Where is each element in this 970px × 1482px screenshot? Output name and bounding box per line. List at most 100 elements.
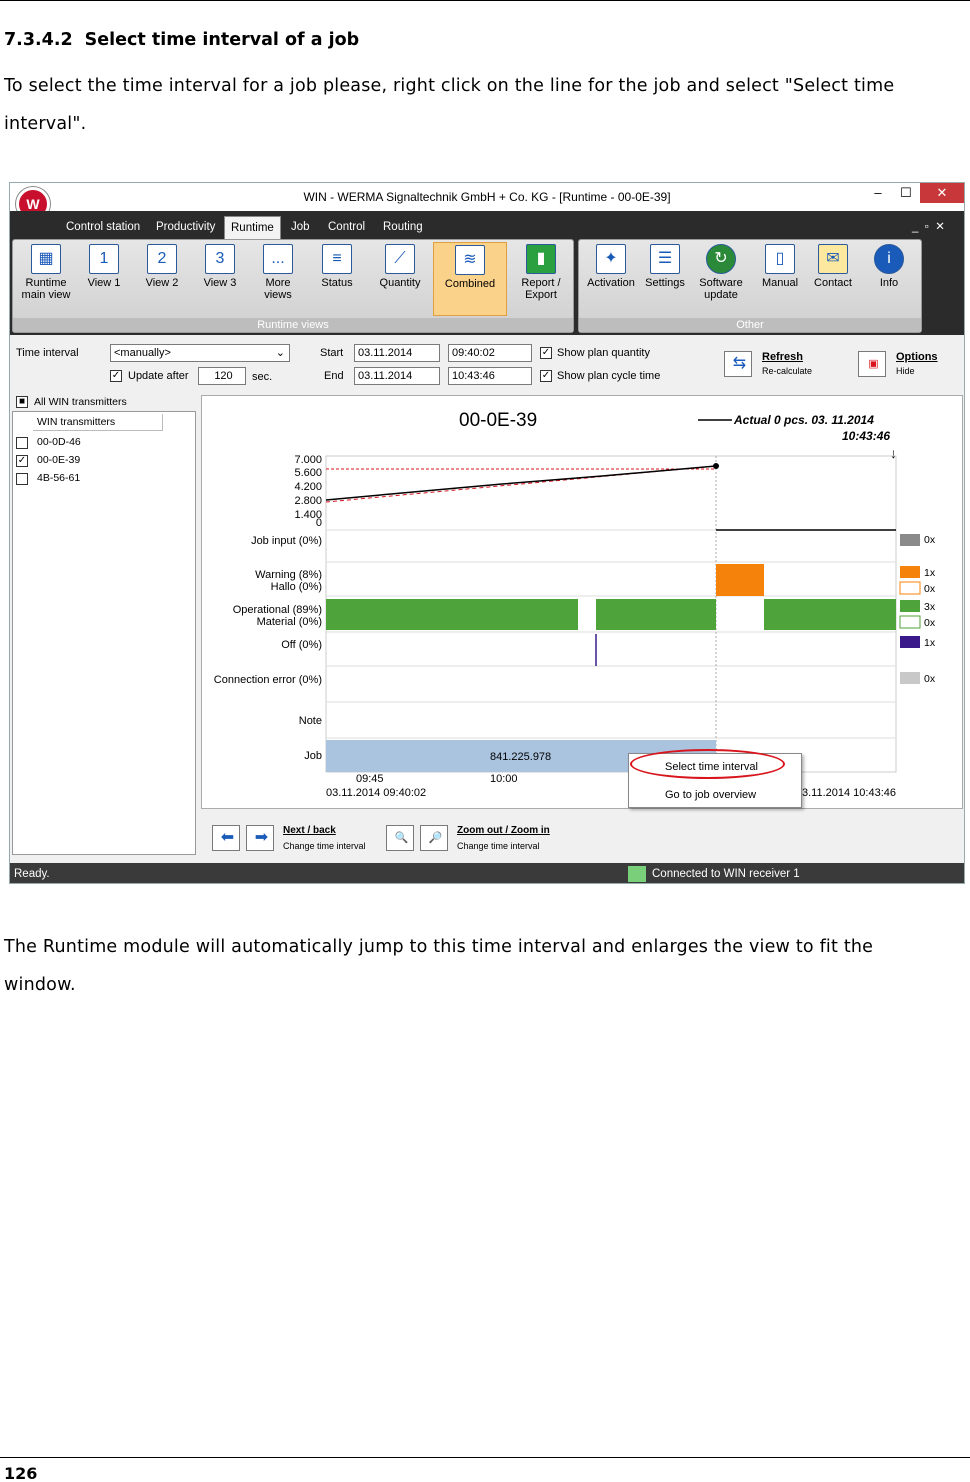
start-time-field[interactable]: 09:40:02 [448,344,532,362]
view-3-icon: 3 [205,244,235,274]
manual-button[interactable]: ▯ Manual [755,242,805,316]
top-rule [0,0,970,1]
bottom-rule [0,1457,970,1458]
status-bar: Ready. Connected to WIN receiver 1 [10,863,964,883]
tab-job[interactable]: Job [285,216,316,239]
magic-wand-icon: ✦ [596,244,626,274]
hide-label: Hide [896,366,915,376]
combined-chart: 00-0E-39 Actual 0 pcs. 03. 11.2014 10:43… [201,395,963,809]
combined-button[interactable]: ≋ Combined [433,242,507,316]
row-label: Material (0%) [257,616,322,628]
row-gridlines [326,529,896,739]
refresh-icon[interactable]: ⇆ [724,351,752,377]
refresh-link[interactable]: Refresh [762,351,803,363]
update-after-stepper[interactable]: 120 [198,367,246,385]
info-button[interactable]: i Info [863,242,915,316]
count-label: 0x [924,673,936,685]
end-time-field[interactable]: 10:43:46 [448,367,532,385]
chart-svg: 00-0E-39 Actual 0 pcs. 03. 11.2014 10:43… [214,410,936,799]
tab-control-station[interactable]: Control station [60,216,146,239]
start-date-field[interactable]: 03.11.2014 [354,344,440,362]
page-number: 126 [4,1464,38,1482]
transmitter-item[interactable]: 00-0E-39 [37,454,80,466]
show-plan-quantity-checkbox[interactable]: ✓ [540,347,552,359]
transmitter-checkbox[interactable]: ✓ [16,455,28,467]
transmitter-checkbox[interactable] [16,473,28,485]
mdi-controls[interactable]: _ ▫ ✕ [906,216,951,239]
count-legend: 0x 1x 0x 3x 0x 1x 0x [899,534,936,685]
transmitter-list: WIN transmitters 00-0D-46 ✓ 00-0E-39 4B-… [12,411,196,855]
count-label: 0x [924,534,936,546]
all-transmitters-checkbox[interactable]: ■ [16,396,28,408]
tab-runtime[interactable]: Runtime [224,216,281,239]
maximize-button[interactable]: ☐ [890,183,922,203]
menu-tabs: Control station Productivity Runtime Job… [10,211,964,239]
show-plan-quantity-label: Show plan quantity [557,347,650,359]
status-button[interactable]: ≡ Status [309,242,365,316]
row-labels: Job input (0%) Warning (8%) Hallo (0%) O… [214,535,322,762]
count-label: 1x [924,637,936,649]
more-views-button[interactable]: ... More views [251,242,305,316]
ribbon-group-runtime-views: ▦ Runtime main view 1 View 1 2 View 2 3 View… [12,239,574,333]
intro-line-1: To select the time interval for a job pl… [4,76,895,96]
runtime-main-view-button[interactable]: ▦ Runtime main view [17,242,75,316]
options-icon[interactable]: ▣ [858,351,886,377]
view-1-button[interactable]: 1 View 1 [77,242,131,316]
row-label: Job input (0%) [251,535,322,547]
ribbon-group-label: Runtime views [13,318,573,332]
count-swatch [900,636,920,648]
tab-productivity[interactable]: Productivity [150,216,221,239]
transmitter-item[interactable]: 00-0D-46 [37,436,81,448]
ribbon: ▦ Runtime main view 1 View 1 2 View 2 3 View… [10,239,964,335]
quantity-button[interactable]: ⟋ Quantity [369,242,431,316]
zoom-link[interactable]: Zoom out / Zoom in [457,825,550,836]
x-tick-label: 09:45 [356,773,384,785]
change-interval-label: Change time interval [457,841,540,851]
time-interval-select[interactable]: <manually> ⌄ [110,344,290,362]
zoom-out-icon[interactable]: 🔍 [386,825,414,851]
status-text: Ready. [14,868,50,880]
software-update-button[interactable]: ↻ Software update [691,242,751,316]
settings-button[interactable]: ☰ Settings [641,242,689,316]
count-swatch [900,566,920,578]
x-tick-label: 10:00 [490,773,518,785]
warning-bar [716,564,764,596]
tab-routing[interactable]: Routing [377,216,429,239]
y-tick-label: 7.000 [294,454,322,466]
zoom-in-icon[interactable]: 🔎 [420,825,448,851]
y-tick-label: 4.200 [294,481,322,493]
ribbon-group-label: Other [579,318,921,332]
count-swatch [900,600,920,612]
next-arrow-icon[interactable]: ➡ [246,825,274,851]
count-swatch [900,534,920,546]
time-interval-label: Time interval [16,347,79,359]
row-label: Hallo (0%) [271,581,322,593]
close-button[interactable]: ✕ [920,183,964,203]
update-after-checkbox[interactable]: ✓ [110,370,122,382]
activation-button[interactable]: ✦ Activation [581,242,641,316]
end-date-field[interactable]: 03.11.2014 [354,367,440,385]
report-export-button[interactable]: ▮ Report / Export [511,242,571,316]
sec-label: sec. [252,371,273,383]
transmitter-item[interactable]: 4B-56-61 [37,472,80,484]
show-plan-cycle-checkbox[interactable]: ✓ [540,370,552,382]
options-link[interactable]: Options [896,351,938,363]
actual-quantity-line [325,465,717,501]
info-icon: i [874,244,904,274]
after-paragraph: The Runtime module will automatically ju… [4,928,873,1004]
quantity-chart-icon: ⟋ [385,244,415,274]
title-bar: WIN - WERMA Signaltechnik GmbH + Co. KG … [10,183,964,211]
view-2-button[interactable]: 2 View 2 [135,242,189,316]
view-3-button[interactable]: 3 View 3 [193,242,247,316]
go-to-job-overview-item[interactable]: Go to job overview [665,789,756,801]
tab-control[interactable]: Control [322,216,371,239]
transmitter-list-header: WIN transmitters [33,414,163,431]
count-label: 1x [924,567,936,579]
next-back-link[interactable]: Next / back [283,825,336,836]
transmitter-checkbox[interactable] [16,437,28,449]
globe-update-icon: ↻ [706,244,736,274]
view-1-icon: 1 [89,244,119,274]
back-arrow-icon[interactable]: ⬅ [212,825,240,851]
contact-button[interactable]: ✉ Contact [807,242,859,316]
change-interval-label: Change time interval [283,841,366,851]
